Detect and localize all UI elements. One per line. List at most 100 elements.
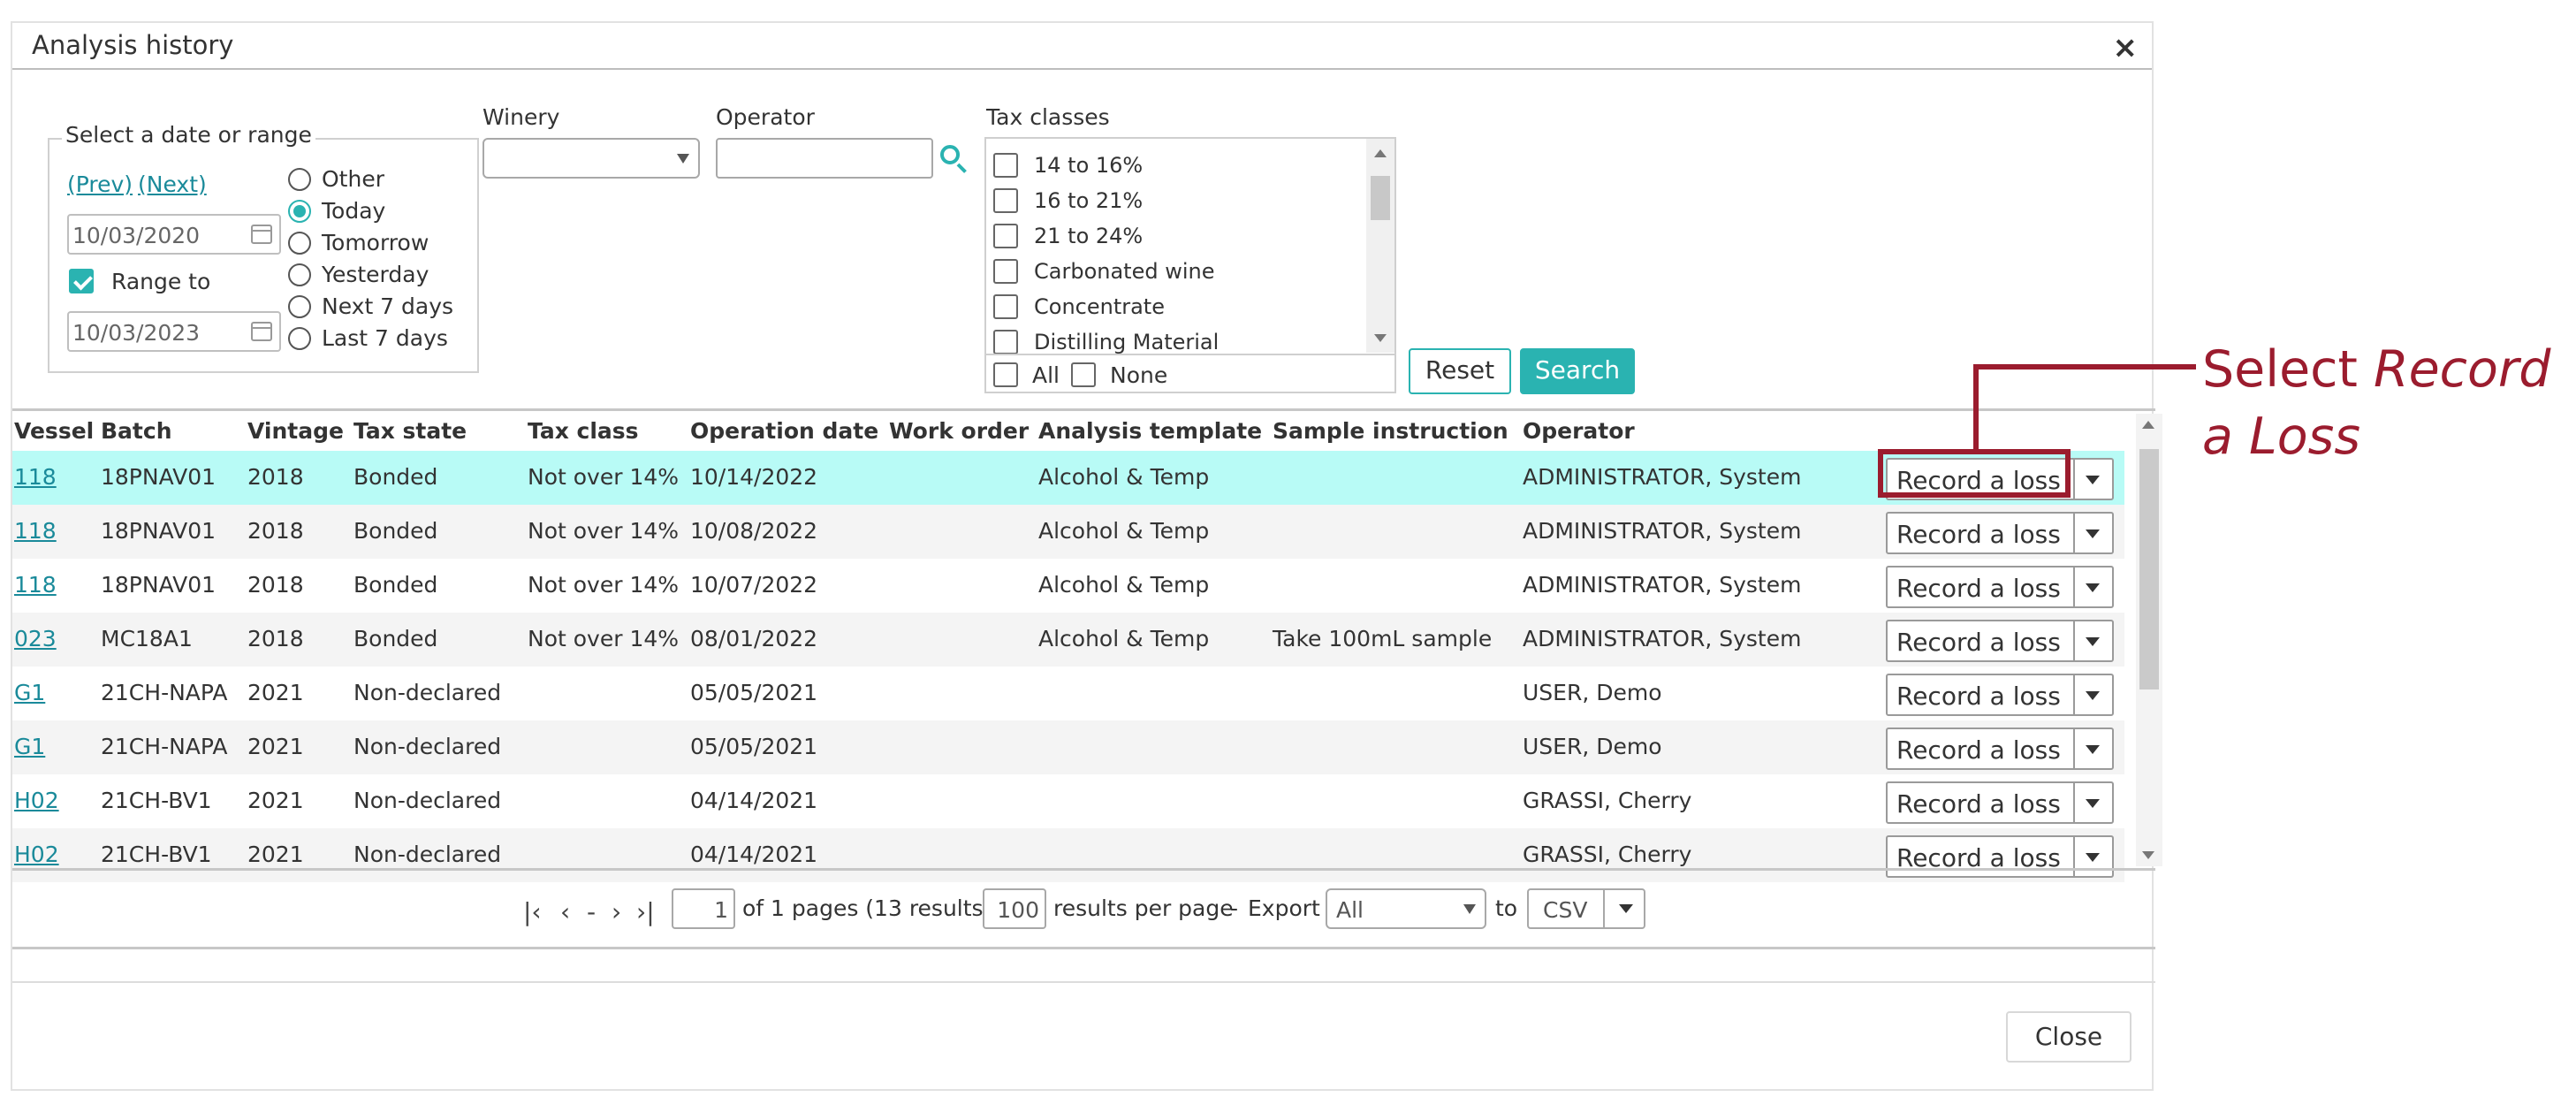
tax-classes-footer: All None — [986, 354, 1394, 392]
chevron-down-icon[interactable] — [2086, 583, 2100, 592]
scroll-down-icon[interactable] — [2142, 851, 2154, 859]
prev-link[interactable]: (Prev) — [67, 171, 133, 197]
table-row[interactable]: H02 21CH-BV1 2021 Non-declared 04/14/2021 GRA… — [12, 774, 2124, 828]
cell-operation-date: 04/14/2021 — [690, 842, 818, 867]
tax-class-checkbox[interactable] — [993, 330, 1018, 354]
search-button[interactable]: Search — [1520, 348, 1635, 394]
column-header-vessel[interactable]: Vessel — [14, 418, 94, 444]
record-a-loss-label: Record a loss — [1896, 735, 2061, 765]
chevron-down-icon[interactable] — [2086, 745, 2100, 754]
radio-button[interactable] — [288, 168, 311, 191]
date-from-value: 10/03/2020 — [72, 223, 201, 248]
prev-page-icon[interactable]: ‹ — [560, 897, 570, 926]
column-header-analysis-template[interactable]: Analysis template — [1038, 418, 1262, 444]
per-page-input[interactable]: 100 — [983, 888, 1046, 929]
cell-operation-date: 08/01/2022 — [690, 626, 818, 651]
column-header-tax-state[interactable]: Tax state — [353, 418, 467, 444]
chevron-down-icon[interactable] — [2086, 529, 2100, 538]
scroll-down-icon[interactable] — [1374, 334, 1387, 342]
tax-class-checkbox[interactable] — [993, 294, 1018, 319]
cell-tax-state: Non-declared — [353, 680, 502, 705]
cell-vessel[interactable]: 118 — [14, 518, 57, 544]
column-header-operation-date[interactable]: Operation date — [690, 418, 878, 444]
cell-tax-state: Bonded — [353, 518, 438, 544]
record-a-loss-button[interactable]: Record a loss — [1886, 674, 2114, 716]
record-a-loss-button[interactable]: Record a loss — [1886, 512, 2114, 554]
cell-vessel[interactable]: G1 — [14, 734, 45, 759]
tax-class-checkbox[interactable] — [993, 259, 1018, 284]
split-divider — [1603, 890, 1605, 927]
date-from-input[interactable]: 10/03/2020 — [67, 214, 281, 255]
chevron-down-icon[interactable] — [2086, 476, 2100, 484]
search-icon[interactable] — [940, 145, 960, 164]
calendar-icon[interactable] — [251, 225, 272, 244]
export-scope-select[interactable]: All — [1326, 888, 1486, 929]
winery-select[interactable] — [483, 138, 700, 179]
chevron-down-icon[interactable] — [2086, 691, 2100, 700]
range-to-checkbox[interactable] — [69, 269, 94, 293]
record-a-loss-label: Record a loss — [1896, 789, 2061, 819]
table-row[interactable]: 118 18PNAV01 2018 Bonded Not over 14% 10/14/2… — [12, 451, 2124, 505]
radio-button[interactable] — [288, 263, 311, 286]
scroll-up-icon[interactable] — [1374, 149, 1387, 157]
record-a-loss-button[interactable]: Record a loss — [1886, 728, 2114, 770]
next-page-icon[interactable]: › — [612, 897, 621, 926]
column-header-vintage[interactable]: Vintage — [247, 418, 344, 444]
radio-button[interactable] — [288, 327, 311, 350]
close-button[interactable]: Close — [2006, 1011, 2131, 1063]
reset-button[interactable]: Reset — [1409, 348, 1511, 394]
record-a-loss-button[interactable]: Record a loss — [1886, 566, 2114, 608]
chevron-down-icon[interactable] — [2086, 637, 2100, 646]
close-icon[interactable]: × — [2113, 30, 2139, 65]
table-row[interactable]: 023 MC18A1 2018 Bonded Not over 14% 08/01/202… — [12, 613, 2124, 667]
cell-vessel[interactable]: 118 — [14, 572, 57, 598]
column-header-batch[interactable]: Batch — [101, 418, 172, 444]
first-page-icon[interactable]: |‹ — [523, 897, 542, 926]
chevron-down-icon[interactable] — [2086, 853, 2100, 862]
table-row[interactable]: G1 21CH-NAPA 2021 Non-declared 05/05/2021 USE… — [12, 667, 2124, 720]
table-row[interactable]: 118 18PNAV01 2018 Bonded Not over 14% 10/08/2… — [12, 505, 2124, 559]
table-row[interactable]: G1 21CH-NAPA 2021 Non-declared 05/05/2021 USE… — [12, 720, 2124, 774]
chevron-down-icon[interactable] — [1619, 904, 1633, 913]
tax-class-checkbox[interactable] — [993, 188, 1018, 213]
column-header-sample-instruction[interactable]: Sample instruction — [1273, 418, 1508, 444]
tax-class-checkbox[interactable] — [993, 153, 1018, 178]
cell-vessel[interactable]: G1 — [14, 680, 45, 705]
all-label: All — [1032, 362, 1060, 388]
export-format-select[interactable]: CSV — [1527, 888, 1645, 929]
chevron-down-icon[interactable] — [2086, 799, 2100, 808]
last-page-icon[interactable]: ›| — [636, 897, 655, 926]
radio-button[interactable] — [288, 232, 311, 255]
cell-vessel[interactable]: 118 — [14, 464, 57, 490]
operator-input[interactable] — [716, 138, 933, 179]
cell-vintage: 2018 — [247, 464, 304, 490]
cell-vessel[interactable]: H02 — [14, 842, 59, 867]
column-header-operator[interactable]: Operator — [1523, 418, 1635, 444]
per-page-label: results per page — [1053, 895, 1234, 921]
tax-class-checkbox[interactable] — [993, 224, 1018, 248]
all-checkbox[interactable] — [993, 362, 1018, 387]
radio-button[interactable] — [288, 295, 311, 318]
radio-button[interactable] — [288, 200, 311, 223]
scroll-up-icon[interactable] — [2142, 421, 2154, 429]
tax-classes-scrollbar[interactable] — [1366, 139, 1394, 353]
cell-vessel[interactable]: 023 — [14, 626, 57, 651]
column-header-tax-class[interactable]: Tax class — [528, 418, 639, 444]
grid-scrollbar[interactable] — [2136, 414, 2162, 866]
next-link[interactable]: (Next) — [138, 171, 207, 197]
scroll-thumb[interactable] — [2139, 449, 2159, 689]
none-checkbox[interactable] — [1071, 362, 1096, 387]
annotation-highlight-box — [1878, 449, 2071, 498]
record-a-loss-button[interactable]: Record a loss — [1886, 620, 2114, 662]
calendar-icon[interactable] — [251, 322, 272, 341]
record-a-loss-button[interactable]: Record a loss — [1886, 781, 2114, 824]
pager-bar: |‹ ‹ - › ›| 1 of 1 pages (13 results). 1… — [12, 868, 2155, 949]
column-header-work-order[interactable]: Work order — [889, 418, 1029, 444]
page-number-input[interactable]: 1 — [672, 888, 735, 929]
cell-vessel[interactable]: H02 — [14, 788, 59, 813]
cell-vintage: 2021 — [247, 842, 304, 867]
table-row[interactable]: 118 18PNAV01 2018 Bonded Not over 14% 10/07/2… — [12, 559, 2124, 613]
scroll-thumb[interactable] — [1371, 176, 1390, 220]
date-to-input[interactable]: 10/03/2023 — [67, 311, 281, 352]
cell-tax-state: Non-declared — [353, 734, 502, 759]
